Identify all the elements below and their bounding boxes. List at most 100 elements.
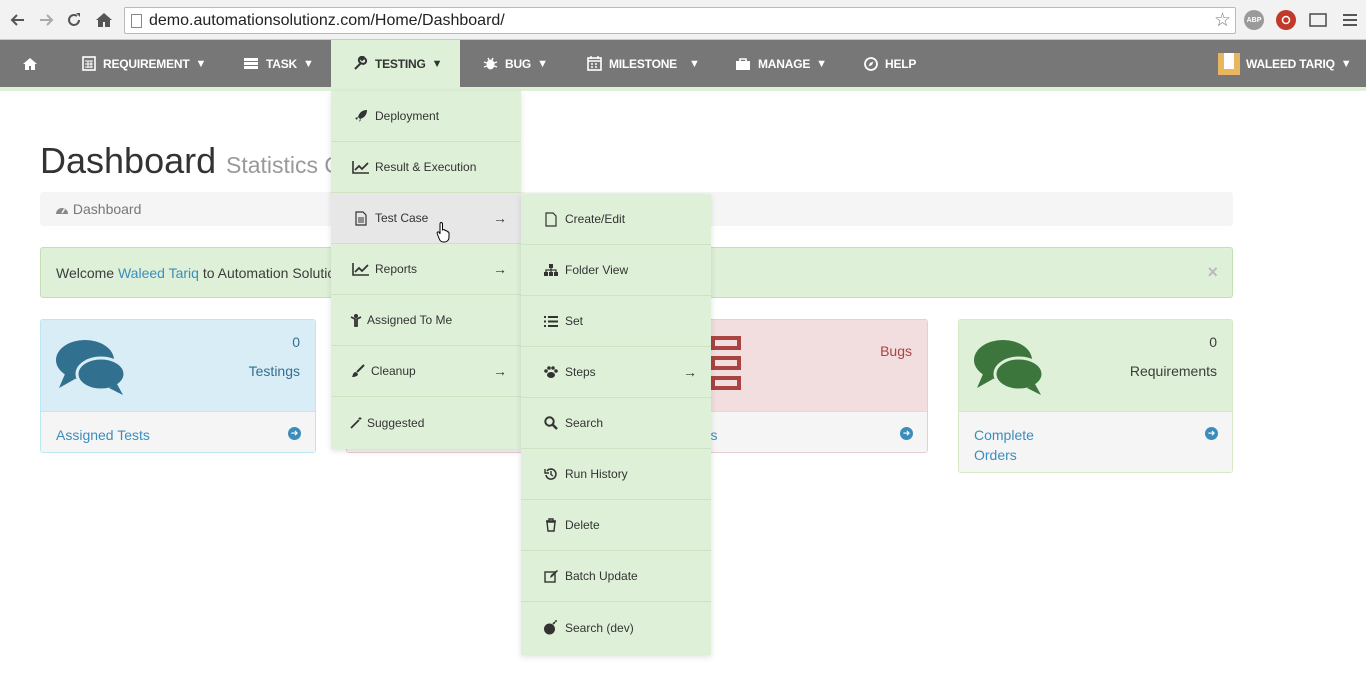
calculator-icon xyxy=(82,56,96,71)
hand-pointer-icon xyxy=(436,221,452,248)
menu-item-test-case[interactable]: Test Case → xyxy=(331,193,521,244)
forward-icon[interactable] xyxy=(34,8,58,32)
chevron-down-icon: ▼ xyxy=(195,57,207,70)
comments-icon xyxy=(973,338,1045,401)
search-icon xyxy=(541,416,561,430)
address-bar[interactable]: demo.automationsolutionz.com/Home/Dashbo… xyxy=(124,7,1236,34)
arrow-right-icon: → xyxy=(493,261,507,277)
line-chart-icon xyxy=(351,262,371,276)
bookmark-star-icon[interactable]: ☆ xyxy=(1214,9,1231,32)
menu-item-assigned-to-me[interactable]: Assigned To Me xyxy=(331,295,521,346)
nav-help-label: HELP xyxy=(885,56,917,71)
nav-milestone-label: MILESTONE xyxy=(609,56,677,71)
menu-item-deployment[interactable]: Deployment xyxy=(331,91,521,142)
menu-icon[interactable] xyxy=(1338,8,1362,32)
nav-task[interactable]: TASK ▼ xyxy=(243,40,314,87)
arrow-circle-right-icon[interactable]: ➜ xyxy=(900,427,913,440)
cast-icon[interactable] xyxy=(1306,8,1330,32)
paw-icon xyxy=(541,365,561,379)
arrow-circle-right-icon[interactable]: ➜ xyxy=(288,427,301,440)
bugs-label: Bugs xyxy=(880,343,912,359)
page-icon xyxy=(131,14,142,28)
testings-count: 0 xyxy=(292,334,300,350)
testings-panel: 0 Testings Assigned Tests ➜ xyxy=(40,319,316,453)
testing-dropdown: Deployment Result & Execution Test Case … xyxy=(331,91,521,449)
nav-help[interactable]: HELP xyxy=(864,40,916,87)
panel-heading: 0 Requirements xyxy=(959,320,1232,411)
nav-milestone[interactable]: MILESTONE ▼ xyxy=(587,40,700,87)
tasks-icon xyxy=(711,336,741,397)
chevron-down-icon: ▼ xyxy=(1340,57,1352,70)
home-icon[interactable] xyxy=(92,8,116,32)
arrow-right-icon: → xyxy=(493,210,507,226)
nav-manage[interactable]: MANAGE ▼ xyxy=(735,40,827,87)
submenu-item-search[interactable]: Search xyxy=(521,398,711,449)
wrench-icon xyxy=(353,56,368,71)
bomb-icon xyxy=(541,620,561,635)
edit-icon xyxy=(541,569,561,583)
submenu-item-search-dev[interactable]: Search (dev) xyxy=(521,602,711,653)
url-text: demo.automationsolutionz.com/Home/Dashbo… xyxy=(149,12,505,29)
breadcrumb-item[interactable]: Dashboard xyxy=(55,201,141,217)
arrow-circle-right-icon[interactable]: ➜ xyxy=(1205,427,1218,440)
dashboard-icon xyxy=(56,208,68,214)
user-name: WALEED TARIQ xyxy=(1246,56,1335,71)
stop-extension-icon[interactable] xyxy=(1276,10,1296,30)
submenu-item-run-history[interactable]: Run History xyxy=(521,449,711,500)
nav-task-label: TASK xyxy=(266,56,297,71)
menu-item-suggested[interactable]: Suggested xyxy=(331,397,521,448)
test-case-submenu: Create/Edit Folder View Set Steps → Sear… xyxy=(521,194,711,655)
chevron-down-icon: ▼ xyxy=(431,57,443,70)
back-icon[interactable] xyxy=(6,8,30,32)
reload-icon[interactable] xyxy=(62,8,86,32)
complete-orders-link[interactable]: Complete Orders xyxy=(974,425,1064,465)
requirements-panel: 0 Requirements Complete Orders ➜ xyxy=(958,319,1233,473)
avatar xyxy=(1218,52,1240,75)
arrow-right-icon: → xyxy=(493,363,507,379)
bug-icon xyxy=(483,56,498,71)
submenu-item-batch-update[interactable]: Batch Update xyxy=(521,551,711,602)
file-icon xyxy=(541,211,561,227)
nav-bug[interactable]: BUG ▼ xyxy=(483,40,548,87)
briefcase-icon xyxy=(735,57,751,71)
home-icon xyxy=(22,57,38,71)
sitemap-icon xyxy=(541,263,561,277)
chevron-down-icon: ▼ xyxy=(689,57,700,70)
nav-requirement-label: REQUIREMENT xyxy=(103,56,190,71)
adblock-icon[interactable]: ABP xyxy=(1244,10,1264,30)
trash-icon xyxy=(541,518,561,532)
panel-heading: 0 Testings xyxy=(41,320,315,411)
panel-footer[interactable]: Complete Orders ➜ xyxy=(959,411,1232,472)
nav-testing[interactable]: TESTING ▼ xyxy=(331,40,460,87)
requirements-count: 0 xyxy=(1209,334,1217,350)
nav-bug-label: BUG xyxy=(505,56,532,71)
submenu-item-folder-view[interactable]: Folder View xyxy=(521,245,711,296)
close-icon[interactable]: × xyxy=(1207,262,1218,283)
menu-item-result-execution[interactable]: Result & Execution xyxy=(331,142,521,193)
chevron-down-icon: ▼ xyxy=(302,57,314,70)
submenu-item-set[interactable]: Set xyxy=(521,296,711,347)
assigned-tests-link[interactable]: Assigned Tests xyxy=(56,425,150,445)
browser-toolbar: demo.automationsolutionz.com/Home/Dashbo… xyxy=(0,0,1366,40)
rocket-icon xyxy=(351,109,371,123)
submenu-item-steps[interactable]: Steps → xyxy=(521,347,711,398)
menu-item-reports[interactable]: Reports → xyxy=(331,244,521,295)
history-icon xyxy=(541,467,561,481)
child-icon xyxy=(349,313,363,327)
page-title: Dashboard xyxy=(40,140,217,181)
requirements-label: Requirements xyxy=(1129,363,1217,379)
magic-icon xyxy=(349,416,363,429)
nav-user-menu[interactable]: WALEED TARIQ ▼ xyxy=(1218,40,1352,87)
list-icon xyxy=(541,315,561,328)
panel-footer[interactable]: Assigned Tests ➜ xyxy=(41,411,315,452)
compass-icon xyxy=(864,56,878,71)
nav-requirement[interactable]: REQUIREMENT ▼ xyxy=(82,40,206,87)
nav-testing-label: TESTING xyxy=(375,56,426,71)
user-link[interactable]: Waleed Tariq xyxy=(118,265,199,281)
submenu-item-delete[interactable]: Delete xyxy=(521,500,711,551)
navbar-underline xyxy=(0,87,1366,91)
nav-home[interactable] xyxy=(22,40,45,87)
arrow-right-icon: → xyxy=(683,364,697,380)
menu-item-cleanup[interactable]: Cleanup → xyxy=(331,346,521,397)
submenu-item-create-edit[interactable]: Create/Edit xyxy=(521,194,711,245)
